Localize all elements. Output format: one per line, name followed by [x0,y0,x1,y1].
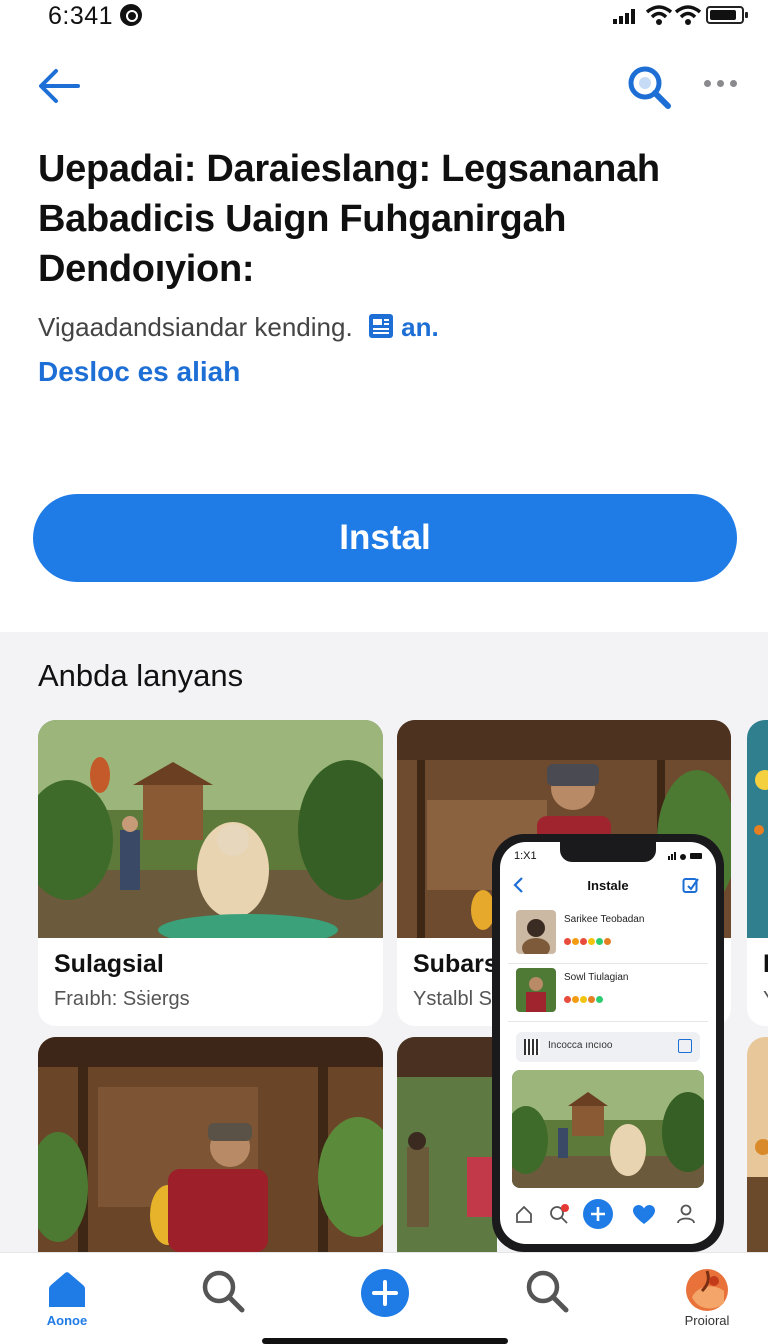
card-subtitle: Ystalbl S [413,988,492,1010]
tab-profile[interactable]: Proioral [672,1267,742,1337]
tab-home-label: Aonoe [46,1313,88,1328]
card-image [38,720,383,938]
subtitle-suffix: an. [401,312,439,342]
card-subtitle: Fraıbh: Sṡiergs [54,988,190,1010]
home-indicator [262,1338,508,1344]
phone-item-ratings [564,932,612,945]
tab-bar: Aonoe Proioral [0,1252,768,1344]
phone-heart-icon [633,1205,655,1224]
wifi-icon [646,5,672,25]
card-name: Subars [413,950,498,978]
add-icon [361,1269,409,1317]
back-arrow-icon[interactable] [34,64,84,108]
app-card[interactable]: F Y [747,720,768,1026]
phone-bar-text: Incocca ıncıoo [548,1040,613,1051]
card-subtitle: Y [763,988,768,1011]
phone-feature-image [512,1070,704,1188]
app-card[interactable]: Sulagsial Fraıbh: Sṡiergs [38,720,383,1026]
phone-thumb [516,910,556,954]
subtitle: Vigaadandsiandar kending. an. [38,312,439,343]
install-button[interactable]: Instal [33,494,737,582]
phone-list-item: Sowl Tiulagian [508,968,708,1022]
status-time: 6:341 [48,2,114,30]
phone-search-icon [550,1204,569,1224]
search-icon[interactable] [624,62,674,112]
phone-action-bar: Incocca ıncıoo [516,1032,700,1062]
status-bar: 6:341 [0,0,768,34]
phone-add-icon [583,1199,613,1229]
app-card[interactable] [38,1037,383,1252]
search-icon [202,1270,245,1313]
card-image [747,1037,768,1252]
phone-tab-bar [500,1192,716,1244]
page-title: Uepadai: Daraieslang: Legsananah Babadic… [38,148,660,290]
phone-share-icon [678,1039,692,1053]
phone-time: 1:X1 [514,850,537,862]
tab-search-secondary[interactable] [512,1267,582,1337]
phone-edit-icon [682,878,699,893]
phone-home-icon [516,1205,532,1223]
phone-item-ratings [564,990,604,1003]
card-image [397,1037,497,1252]
qr-code-icon [524,1039,540,1055]
document-icon [368,314,393,338]
battery-icon [706,6,748,24]
card-name: F [763,950,768,979]
tab-search[interactable] [188,1267,258,1337]
status-indicator-icon [120,4,142,26]
tab-profile-label: Proioral [684,1313,730,1328]
phone-item-name: Sowl Tiulagian [564,972,629,983]
app-card[interactable] [747,1037,768,1252]
tab-add[interactable] [350,1267,420,1337]
subtitle-text: Vigaadandsiandar kending. [38,312,353,342]
card-image [38,1037,383,1252]
section-title: Anbda lanyans [38,658,244,693]
signal-icon [613,9,635,24]
app-card[interactable] [397,1037,497,1252]
phone-profile-icon [677,1204,695,1224]
phone-list-item: Sarikee Teobadan [508,910,708,964]
phone-notch [560,842,656,862]
more-options-icon[interactable] [704,76,738,92]
phone-thumb [516,968,556,1012]
phone-status-icons [668,852,702,860]
description-link[interactable]: Desloc es aliah [38,356,240,388]
phone-item-name: Sarikee Teobadan [564,914,645,925]
home-icon [49,1272,85,1307]
phone-mockup: 1:X1 Instale Sarikee Teobadan Sowl Tiula… [492,834,724,1252]
card-name: Sulagsial [54,950,164,978]
tab-home[interactable]: Aonoe [32,1267,102,1337]
search-icon [526,1270,569,1313]
wifi-secondary-icon [675,5,701,25]
card-image [747,720,768,938]
profile-avatar-icon [686,1269,728,1311]
phone-screen: 1:X1 Instale Sarikee Teobadan Sowl Tiula… [500,842,716,1244]
